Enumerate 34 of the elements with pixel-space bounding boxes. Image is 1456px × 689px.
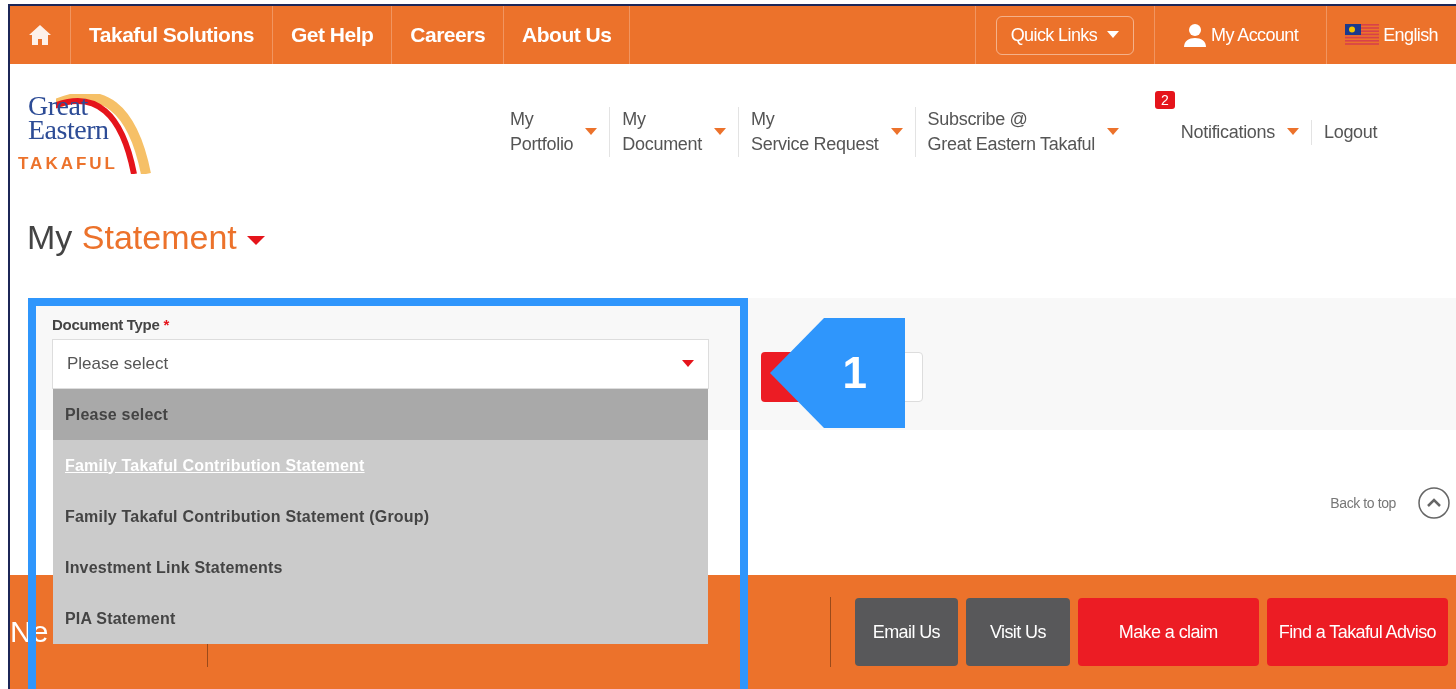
caret-icon <box>714 128 726 136</box>
field-label: Document Type <box>52 316 160 333</box>
nav-menu-item[interactable]: My Document <box>609 107 738 157</box>
nav-menu-item[interactable]: My Portfolio <box>498 107 610 157</box>
document-type-select[interactable]: Please select <box>52 339 709 389</box>
required-mark: * <box>163 316 170 333</box>
dropdown-option[interactable]: Investment Link Statements <box>53 542 708 593</box>
footer-button[interactable]: Email Us <box>854 598 959 666</box>
user-icon <box>1183 23 1208 47</box>
nav-menu-item[interactable]: Subscribe @ Great Eastern Takaful <box>914 107 1132 157</box>
logout-link[interactable]: Logout <box>1311 119 1390 145</box>
notifications-menu[interactable]: Notifications <box>1174 119 1311 145</box>
notification-badge: 2 <box>1155 91 1175 109</box>
nav-menu-item[interactable]: My Service Request <box>738 107 915 157</box>
dropdown-option[interactable]: Please select <box>53 389 708 440</box>
caret-icon <box>585 128 598 136</box>
footer-button[interactable]: Visit Us <box>966 598 1070 666</box>
caret-icon <box>890 128 903 136</box>
footer-button[interactable]: Find a Takaful Adviso <box>1266 598 1448 666</box>
caret-icon <box>1107 128 1120 136</box>
footer-button[interactable]: Make a claim <box>1077 598 1259 666</box>
home-icon[interactable] <box>28 24 52 46</box>
logo-tagline: TAKAFUL <box>18 154 118 174</box>
dropdown-option[interactable]: PIA Statement <box>53 593 708 644</box>
logo-text: Great Eastern <box>28 94 109 142</box>
caret-icon <box>1107 31 1120 39</box>
back-to-top-link[interactable]: Back to top <box>1330 494 1396 511</box>
dropdown-option[interactable]: Family Takaful Contribution Statement (Group) <box>53 491 708 542</box>
page-title: My Statement <box>27 218 237 257</box>
caret-icon <box>1287 128 1299 136</box>
caret-icon <box>682 360 694 368</box>
chevron-up-icon[interactable] <box>1418 486 1450 519</box>
flag-icon <box>1345 24 1380 46</box>
caret-icon[interactable] <box>246 236 265 246</box>
